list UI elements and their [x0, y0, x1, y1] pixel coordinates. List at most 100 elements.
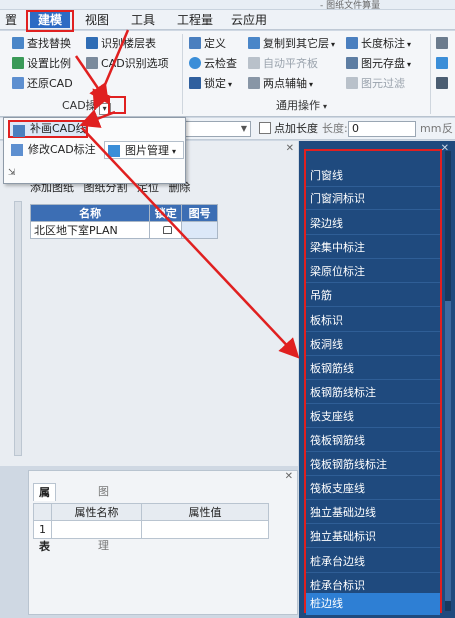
- layer-list: 门窗线 门窗洞标识 梁边线 梁集中标注 梁原位标注 吊筋 板标识 板洞线 板钢筋…: [304, 149, 442, 615]
- length-dimension-button[interactable]: 长度标注 ▾: [346, 35, 411, 52]
- row-index: 1: [33, 520, 52, 539]
- lock-cell[interactable]: [149, 221, 183, 239]
- drawing-name-cell[interactable]: 北区地下室PLAN: [29, 221, 151, 239]
- col-name: 名称: [29, 204, 151, 222]
- tab-layer-management[interactable]: 图层管理: [93, 483, 114, 552]
- options-combo[interactable]: ▼: [185, 121, 251, 137]
- lock-button[interactable]: 锁定 ▾: [189, 75, 232, 92]
- move-icon[interactable]: [436, 55, 451, 72]
- save-icon: [346, 57, 358, 69]
- mirror-icon[interactable]: [436, 75, 451, 92]
- panel-scrollbar[interactable]: [14, 201, 22, 456]
- list-item[interactable]: 板洞线: [306, 334, 440, 356]
- title-bar: - 图纸文件算量: [0, 0, 455, 11]
- tool-icon: [436, 37, 448, 49]
- menu-settings[interactable]: 置: [0, 12, 22, 28]
- chevron-down-icon: ▼: [240, 124, 247, 133]
- layer-scrollbar[interactable]: [445, 151, 451, 611]
- highlight-modeling-menu: [26, 10, 74, 32]
- number-cell[interactable]: [181, 221, 218, 239]
- find-icon: [12, 37, 24, 49]
- menu-quantity[interactable]: 工程量: [175, 12, 215, 28]
- scroll-thumb[interactable]: [445, 301, 451, 601]
- col-property-value: 属性值: [141, 503, 269, 521]
- image-management-item[interactable]: 图片管理 ▾: [104, 141, 184, 159]
- menu-tools[interactable]: 工具: [128, 12, 158, 28]
- identify-floor-table-button[interactable]: 识别楼层表: [86, 35, 156, 52]
- highlight-dropdown-toggle: [108, 96, 126, 114]
- property-table: 属性名称 属性值 1: [33, 503, 269, 539]
- length-input[interactable]: 0: [348, 121, 416, 137]
- level-icon: [248, 57, 260, 69]
- image-icon: [108, 145, 120, 157]
- list-item[interactable]: 板支座线: [306, 406, 440, 428]
- define-icon: [189, 37, 201, 49]
- element-save-button[interactable]: 图元存盘 ▾: [346, 55, 411, 72]
- ruler-icon: [346, 37, 358, 49]
- list-item[interactable]: 板标识: [306, 310, 440, 332]
- chevron-down-icon: ▾: [172, 147, 177, 156]
- list-item[interactable]: 梁边线: [306, 213, 440, 235]
- table-row[interactable]: 北区地下室PLAN: [29, 221, 218, 239]
- list-item[interactable]: 筏板支座线: [306, 478, 440, 500]
- table-row[interactable]: 1: [33, 520, 269, 539]
- common-ops-group-label[interactable]: 通用操作 ▾: [276, 98, 327, 114]
- triangle-icon: [436, 77, 448, 89]
- set-scale-button[interactable]: 设置比例: [12, 55, 71, 72]
- drawing-table: 名称 锁定 图号 北区地下室PLAN: [29, 204, 218, 239]
- axis-icon: [248, 77, 260, 89]
- more-tools-icon[interactable]: [436, 35, 451, 52]
- two-point-axis-button[interactable]: 两点辅轴 ▾: [248, 75, 313, 92]
- filter-icon: [346, 77, 358, 89]
- list-item[interactable]: 门窗洞标识: [306, 188, 440, 210]
- ribbon-toolbar: 查找替换 设置比例 还原CAD 识别楼层表 CAD识别选项 CAD操 ▾ 定义 云…: [0, 31, 455, 117]
- cad-identify-options-button[interactable]: CAD识别选项: [86, 55, 169, 72]
- close-icon[interactable]: ✕: [285, 471, 293, 482]
- drawing-management-panel: ✕ 添加图纸 图纸分割 定位 删除 名称 锁定 图号 北区地下室PLAN: [0, 141, 298, 466]
- property-value-cell[interactable]: [141, 520, 269, 539]
- lock-icon: [162, 225, 172, 234]
- menu-view[interactable]: 视图: [82, 12, 112, 28]
- cloud-check-button[interactable]: 云检查: [189, 55, 237, 72]
- element-filter-button[interactable]: 图元过滤: [346, 75, 405, 92]
- property-name-cell[interactable]: [51, 520, 142, 539]
- scale-icon: [12, 57, 24, 69]
- define-button[interactable]: 定义: [189, 35, 226, 52]
- list-item[interactable]: 门窗线: [306, 165, 440, 187]
- list-item[interactable]: 板钢筋线标注: [306, 382, 440, 404]
- chevron-down-icon: ▾: [228, 80, 233, 89]
- point-length-checkbox[interactable]: [259, 122, 271, 134]
- list-item[interactable]: 板钢筋线: [306, 358, 440, 380]
- auto-level-slab-button[interactable]: 自动平齐板: [248, 55, 318, 72]
- layer-list-panel: ✕ 门窗线 门窗洞标识 梁边线 梁集中标注 梁原位标注 吊筋 板标识 板洞线 板…: [299, 141, 455, 618]
- table-icon: [86, 37, 98, 49]
- find-replace-button[interactable]: 查找替换: [12, 35, 71, 52]
- redraw-cad-line-item[interactable]: 补画CAD线: [8, 120, 88, 138]
- pencil-icon: [13, 125, 25, 137]
- copy-to-other-floors-button[interactable]: 复制到其它层 ▾: [248, 35, 335, 52]
- cad-ops-group-label[interactable]: CAD操 ▾: [62, 98, 111, 115]
- chevron-down-icon: ▾: [331, 40, 336, 49]
- restore-cad-button[interactable]: 还原CAD: [12, 75, 73, 92]
- point-length-label: 点加长度: [274, 122, 318, 135]
- col-lock: 锁定: [149, 204, 183, 222]
- chevron-down-icon: ▾: [309, 80, 314, 89]
- property-panel: ✕ 属性列表 图层管理 属性名称 属性值 1: [28, 470, 298, 615]
- tab-property-list[interactable]: 属性列表: [33, 483, 56, 553]
- close-icon[interactable]: ✕: [286, 143, 294, 154]
- pin-icon[interactable]: ⇲: [8, 168, 16, 178]
- ribbon-separator: [182, 34, 183, 114]
- edit-cad-dimension-item[interactable]: 修改CAD标注: [8, 141, 96, 159]
- menu-cloud[interactable]: 云应用: [229, 12, 269, 28]
- list-item[interactable]: 筏板钢筋线: [306, 430, 440, 452]
- cad-ops-dropdown: 补画CAD线 修改CAD标注 图片管理 ▾ ⇲: [3, 117, 186, 184]
- chevron-down-icon: ▾: [407, 60, 412, 69]
- list-item[interactable]: 桩承台边线: [306, 551, 440, 573]
- list-item[interactable]: 梁集中标注: [306, 237, 440, 259]
- list-item[interactable]: 梁原位标注: [306, 261, 440, 283]
- list-item-selected[interactable]: 桩边线: [306, 593, 440, 615]
- list-item[interactable]: 吊筋: [306, 285, 440, 307]
- list-item[interactable]: 独立基础标识: [306, 526, 440, 548]
- list-item[interactable]: 筏板钢筋线标注: [306, 454, 440, 476]
- list-item[interactable]: 独立基础边线: [306, 502, 440, 524]
